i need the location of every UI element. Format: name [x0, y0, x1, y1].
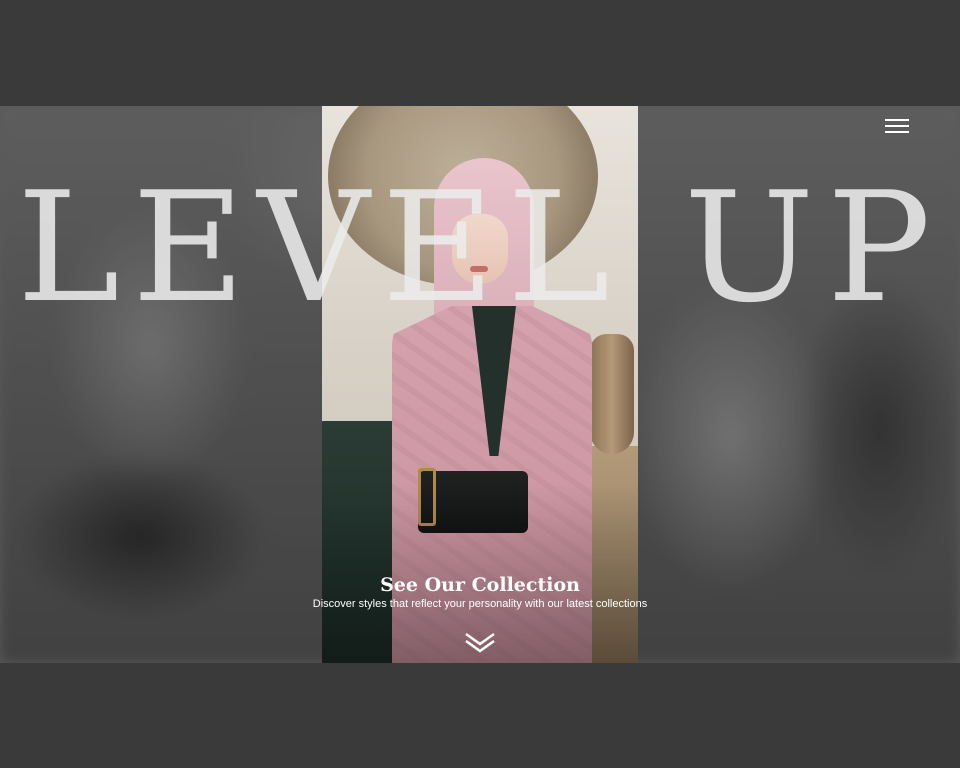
hamburger-menu-icon[interactable] [885, 116, 909, 136]
menu-line [885, 125, 909, 127]
page: LEVEL UP See Our Collection Discover sty… [0, 0, 960, 768]
clay-vase [590, 334, 634, 454]
menu-line [885, 131, 909, 133]
double-chevron-down-icon[interactable] [464, 630, 496, 654]
collection-description: Discover styles that reflect your person… [312, 598, 648, 610]
collection-heading[interactable]: See Our Collection [0, 573, 960, 597]
menu-line [885, 119, 909, 121]
hero-title: LEVEL UP [16, 159, 944, 336]
